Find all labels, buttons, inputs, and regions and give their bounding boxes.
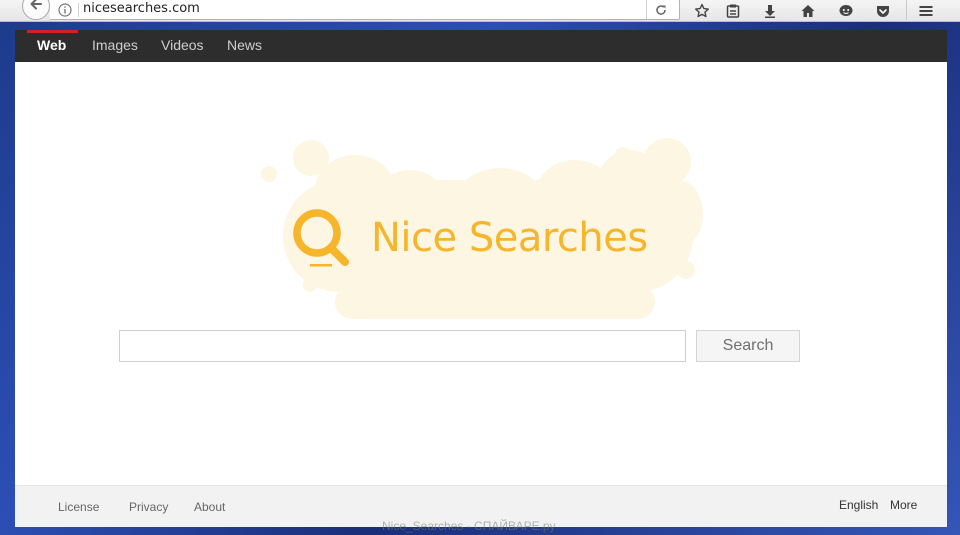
- logo-cloud-dot: [261, 166, 277, 182]
- reading-list-icon[interactable]: [722, 1, 744, 21]
- logo-cloud-dot: [303, 278, 317, 292]
- url-text[interactable]: nicesearches.com: [83, 1, 200, 16]
- logo-cloud: [335, 285, 655, 319]
- download-icon[interactable]: [759, 1, 781, 21]
- reload-separator: [646, 0, 647, 19]
- search-button[interactable]: Search: [696, 330, 800, 362]
- bookmark-star-icon[interactable]: [691, 1, 713, 21]
- logo-cloud: [655, 180, 703, 248]
- logo: Nice Searches: [15, 30, 947, 330]
- footer-about-link[interactable]: About: [194, 500, 225, 514]
- footer-more-link[interactable]: More: [890, 498, 917, 512]
- watermark-text: Nice_Searches - СПАЙВАРЕ.ру: [382, 519, 556, 533]
- url-bar[interactable]: nicesearches.com: [50, 0, 680, 20]
- back-button[interactable]: [22, 0, 50, 20]
- logo-text: Nice Searches: [371, 215, 648, 261]
- footer-language-link[interactable]: English: [839, 498, 878, 512]
- footer-license-link[interactable]: License: [58, 500, 99, 514]
- reload-icon[interactable]: [654, 2, 668, 21]
- search-input[interactable]: [119, 330, 686, 362]
- back-arrow-icon: [28, 0, 44, 16]
- chat-icon[interactable]: [835, 1, 857, 21]
- pocket-icon[interactable]: [872, 1, 894, 21]
- web-page: Web Images Videos News Nice Searches Sea…: [15, 30, 947, 527]
- browser-toolbar: nicesearches.com: [0, 0, 960, 22]
- magnifier-logo-icon: [290, 205, 362, 275]
- home-icon[interactable]: [797, 1, 819, 21]
- info-icon[interactable]: [58, 2, 72, 21]
- logo-cloud: [643, 138, 691, 186]
- logo-cloud-dot: [615, 147, 631, 163]
- toolbar-separator: [906, 0, 907, 20]
- footer-privacy-link[interactable]: Privacy: [129, 500, 168, 514]
- menu-icon[interactable]: [915, 1, 937, 21]
- url-divider: [78, 3, 79, 17]
- logo-cloud-dot: [677, 261, 695, 279]
